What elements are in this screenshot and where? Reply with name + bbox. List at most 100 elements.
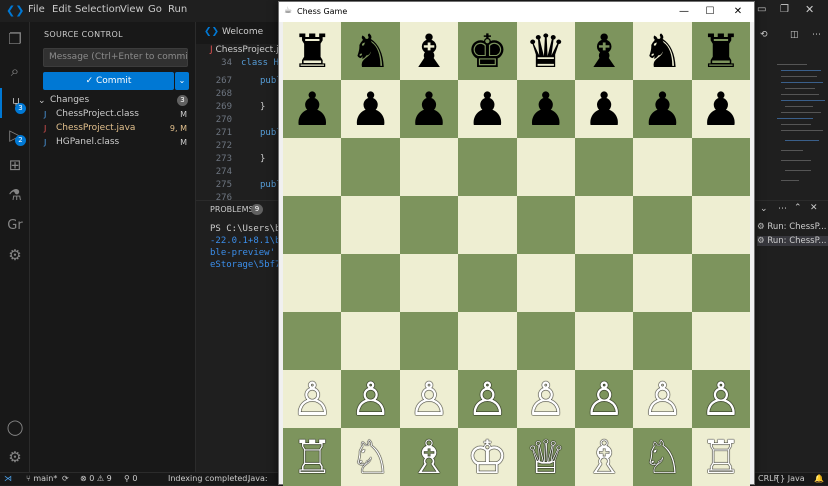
run-terminal-item[interactable]: ⚙ Run: ChessP... xyxy=(757,236,828,246)
commit-dropdown-button[interactable]: ⌄ xyxy=(175,72,189,90)
chess-square[interactable] xyxy=(458,254,517,312)
notifications-icon[interactable]: 🔔 xyxy=(814,474,824,483)
chess-square[interactable]: ♙ xyxy=(516,370,575,428)
chess-square[interactable]: ♞ xyxy=(633,22,692,80)
chess-window-titlebar[interactable]: ☕ Chess Game — ☐ ✕ xyxy=(279,2,754,22)
tab-welcome[interactable]: ❮❯ Welcome xyxy=(196,22,278,44)
gradle-icon[interactable]: Gr xyxy=(0,210,30,240)
chess-square[interactable] xyxy=(633,196,692,254)
chess-square[interactable] xyxy=(341,196,400,254)
account-icon[interactable]: ◯ xyxy=(0,412,30,442)
chess-square[interactable] xyxy=(283,312,342,370)
split-icon[interactable]: ◫ xyxy=(790,30,799,40)
chess-square[interactable] xyxy=(283,254,342,312)
close-window-icon[interactable]: ✕ xyxy=(805,3,814,16)
chess-square[interactable] xyxy=(691,312,750,370)
chess-square[interactable]: ♗ xyxy=(399,428,459,486)
chess-square[interactable] xyxy=(633,312,692,370)
problems-indicator[interactable]: ⊗ 0 ⚠ 9 xyxy=(80,474,112,483)
changes-header[interactable]: Changes xyxy=(50,95,89,105)
file-item[interactable]: J HGPanel.class M xyxy=(30,137,195,150)
menu-file[interactable]: File xyxy=(28,4,45,15)
menu-run[interactable]: Run xyxy=(168,4,187,15)
branch-indicator[interactable]: ⑂ main* xyxy=(26,474,57,483)
run-terminal-item[interactable]: ⚙ Run: ChessP... xyxy=(757,222,827,232)
chess-square[interactable] xyxy=(341,138,400,196)
chevron-down-icon[interactable]: ⌄ xyxy=(760,204,768,214)
chess-square[interactable] xyxy=(283,196,342,254)
chess-square[interactable]: ♝ xyxy=(574,22,634,80)
chess-square[interactable] xyxy=(399,254,459,312)
ports-indicator[interactable]: ⚲ 0 xyxy=(124,474,138,483)
chess-square[interactable]: ♙ xyxy=(458,370,517,428)
chess-square[interactable]: ♚ xyxy=(458,22,517,80)
search-icon[interactable]: ⌕ xyxy=(0,56,30,86)
chess-square[interactable] xyxy=(516,196,575,254)
maximize-icon[interactable]: ☐ xyxy=(697,2,723,22)
chess-square[interactable] xyxy=(574,196,634,254)
chevron-down-icon[interactable]: ⌄ xyxy=(38,96,46,106)
chess-square[interactable] xyxy=(341,312,400,370)
file-item[interactable]: J ChessProject.java 9, M xyxy=(30,123,195,136)
chess-square[interactable]: ♘ xyxy=(341,428,400,486)
chess-square[interactable]: ♟ xyxy=(516,80,575,138)
chess-square[interactable] xyxy=(516,138,575,196)
minimap[interactable] xyxy=(775,60,825,200)
sync-icon[interactable]: ⟳ xyxy=(62,474,69,483)
chess-square[interactable] xyxy=(399,312,459,370)
menu-go[interactable]: Go xyxy=(148,4,162,15)
tab-problems[interactable]: PROBLEMS xyxy=(210,205,254,214)
chess-square[interactable] xyxy=(691,196,750,254)
chess-square[interactable]: ♞ xyxy=(341,22,400,80)
menu-edit[interactable]: Edit xyxy=(52,4,71,15)
source-control-icon[interactable]: ⑂ 3 xyxy=(0,88,30,118)
menu-selection[interactable]: Selection xyxy=(75,4,121,15)
commit-button[interactable]: ✓ Commit xyxy=(43,72,174,90)
run-debug-icon[interactable]: ▷ 2 xyxy=(0,120,30,150)
chess-square[interactable]: ♟ xyxy=(633,80,692,138)
chess-square[interactable] xyxy=(458,312,517,370)
chess-square[interactable]: ♟ xyxy=(691,80,750,138)
chess-square[interactable] xyxy=(691,254,750,312)
remote-icon[interactable]: ⚙ xyxy=(0,240,30,270)
chess-square[interactable]: ♙ xyxy=(341,370,400,428)
settings-gear-icon[interactable]: ⚙ xyxy=(0,442,30,472)
chess-square[interactable] xyxy=(574,138,634,196)
chess-square[interactable]: ♙ xyxy=(633,370,692,428)
commit-message-input[interactable]: Message (Ctrl+Enter to commit on... xyxy=(43,48,188,67)
restore-icon[interactable]: ❐ xyxy=(780,4,789,15)
chess-square[interactable] xyxy=(691,138,750,196)
minimize-icon[interactable]: — xyxy=(671,2,697,22)
more-actions-icon[interactable]: ⋯ xyxy=(778,204,787,214)
chess-square[interactable]: ♟ xyxy=(458,80,517,138)
file-item[interactable]: J ChessProject.class M xyxy=(30,109,195,122)
chess-square[interactable] xyxy=(341,254,400,312)
close-icon[interactable]: ✕ xyxy=(725,2,751,22)
maximize-panel-icon[interactable]: ⌃ xyxy=(794,203,802,213)
chess-square[interactable]: ♖ xyxy=(691,428,750,486)
split-editor-icon[interactable]: ⟲ xyxy=(760,30,768,40)
chess-square[interactable] xyxy=(283,138,342,196)
chess-square[interactable] xyxy=(516,312,575,370)
chess-square[interactable]: ♘ xyxy=(633,428,692,486)
chess-square[interactable] xyxy=(458,196,517,254)
chess-square[interactable] xyxy=(399,196,459,254)
menu-view[interactable]: View xyxy=(120,4,144,15)
java-status[interactable]: Java: xyxy=(248,474,268,483)
chess-square[interactable]: ♛ xyxy=(516,22,575,80)
chess-square[interactable]: ♜ xyxy=(691,22,750,80)
chess-square[interactable] xyxy=(574,312,634,370)
chess-square[interactable] xyxy=(516,254,575,312)
chess-square[interactable]: ♟ xyxy=(399,80,459,138)
chess-square[interactable]: ♜ xyxy=(283,22,342,80)
chess-square[interactable]: ♝ xyxy=(399,22,459,80)
chess-square[interactable]: ♙ xyxy=(691,370,750,428)
chess-square[interactable]: ♔ xyxy=(458,428,517,486)
remote-icon[interactable]: ⋊ xyxy=(4,474,12,483)
chess-square[interactable]: ♙ xyxy=(283,370,342,428)
layout-icon[interactable]: ▭ xyxy=(757,4,766,15)
chess-square[interactable]: ♟ xyxy=(341,80,400,138)
language-indicator[interactable]: {} Java xyxy=(775,474,805,483)
testing-icon[interactable]: ⚗ xyxy=(0,180,30,210)
chess-square[interactable] xyxy=(633,254,692,312)
